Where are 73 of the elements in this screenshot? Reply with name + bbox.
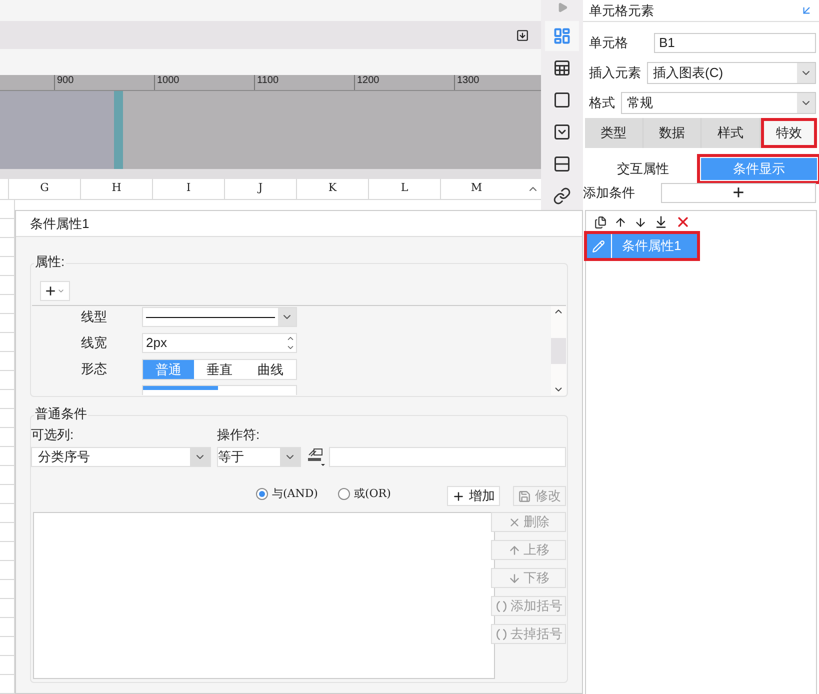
pencil-icon — [592, 240, 605, 252]
group-legend: 普通条件 — [34, 406, 88, 422]
grid-layout-icon — [553, 27, 571, 45]
width-spinner[interactable]: 2px — [142, 333, 297, 353]
field-label: 插入元素 — [589, 64, 642, 82]
tab[interactable]: 样式 — [702, 118, 758, 148]
column-header[interactable]: K — [296, 178, 368, 199]
column-label: 可选列: — [31, 426, 75, 444]
ruler-label: 1200 — [357, 75, 380, 86]
dropdown-box-icon — [553, 123, 571, 141]
column-header[interactable]: M — [440, 178, 512, 199]
text-field[interactable]: B1 — [654, 33, 816, 53]
ruler-label: 1300 — [457, 75, 480, 86]
property-label: 线宽 — [80, 334, 108, 352]
horizontal-scrollbar[interactable] — [0, 168, 541, 178]
ruler-label: 900 — [57, 75, 74, 86]
tab[interactable]: 特效 — [760, 118, 817, 148]
close-icon — [508, 516, 520, 528]
dropdown[interactable]: 常规 — [621, 92, 816, 114]
tab[interactable]: 数据 — [644, 118, 700, 148]
save-icon — [518, 490, 531, 502]
column-header[interactable]: J — [224, 178, 296, 199]
scrollbar[interactable] — [551, 306, 566, 395]
column-header[interactable]: I — [152, 178, 224, 199]
plus-icon — [452, 490, 465, 502]
logic-radio[interactable]: 或(OR) — [338, 486, 391, 502]
add-condition-button[interactable]: + — [661, 183, 816, 203]
column-header[interactable]: G — [8, 178, 80, 199]
ruler-label: 1000 — [157, 75, 180, 86]
operator-dropdown[interactable]: 等于 — [217, 447, 301, 467]
property-label: 形态 — [80, 360, 108, 378]
add-condition-label: 添加条件 — [583, 184, 636, 202]
column-dropdown[interactable]: 分类序号 — [31, 447, 211, 467]
parentheses-icon — [494, 628, 508, 640]
rows-icon — [553, 155, 571, 173]
group-legend: 属性: — [34, 254, 66, 270]
field-label: 单元格 — [589, 34, 629, 52]
format-dropdown-icon[interactable] — [516, 28, 529, 42]
parentheses-icon — [494, 600, 508, 612]
square-icon — [553, 91, 571, 109]
copy-icon[interactable] — [594, 216, 607, 228]
collapse-icon[interactable] — [800, 4, 813, 17]
decrement-icon[interactable] — [286, 343, 294, 352]
tab[interactable]: 类型 — [585, 118, 642, 148]
value-type-icon[interactable] — [306, 447, 326, 467]
arrow-down-icon — [508, 572, 520, 584]
arrow-down-icon[interactable] — [634, 216, 647, 228]
column-header[interactable]: H — [80, 178, 152, 199]
add-property-button[interactable]: + — [40, 281, 70, 301]
operator-label: 操作符: — [217, 426, 260, 444]
move-bottom-icon[interactable] — [654, 215, 668, 229]
dropdown[interactable]: 插入图表(C) — [647, 62, 816, 84]
table-info-icon — [553, 59, 571, 77]
caret-icon — [56, 287, 65, 295]
arrow-up-icon — [508, 544, 520, 556]
condition-list[interactable] — [33, 512, 495, 679]
add-button[interactable]: 增加 — [447, 486, 500, 506]
logic-radio[interactable]: 与(AND) — [256, 486, 318, 502]
dialog-title: 条件属性1 — [30, 214, 90, 233]
panel-title: 单元格元素 — [589, 2, 654, 20]
field-label: 格式 — [589, 94, 616, 112]
property-label: 线型 — [80, 308, 108, 326]
splitter-bar[interactable] — [114, 90, 123, 169]
line-style-dropdown[interactable] — [142, 307, 297, 327]
delete-icon[interactable] — [675, 214, 691, 230]
value-field[interactable] — [329, 447, 566, 467]
scroll-thumb[interactable] — [551, 338, 566, 364]
ruler-label: 1100 — [257, 75, 279, 86]
link-icon — [553, 187, 571, 205]
expand-icon[interactable] — [556, 2, 568, 13]
increment-icon[interactable] — [286, 334, 294, 343]
arrow-up-icon[interactable] — [614, 216, 627, 228]
column-header[interactable]: L — [368, 178, 440, 199]
